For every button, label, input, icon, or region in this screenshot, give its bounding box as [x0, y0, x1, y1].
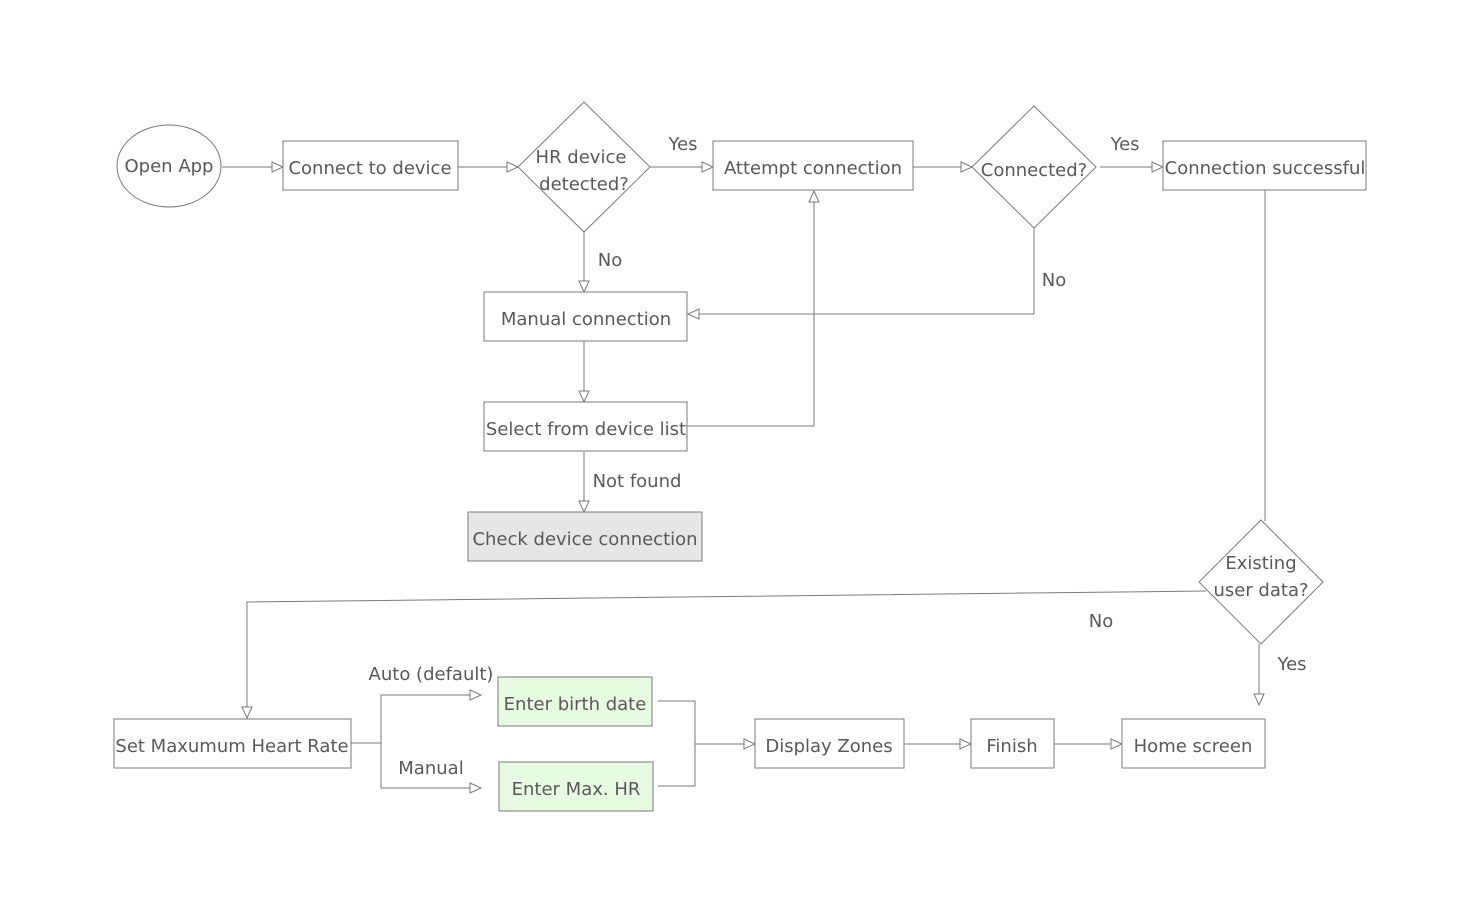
node-select-device: Select from device list [483, 401, 688, 452]
node-home-screen: Home screen [1121, 718, 1266, 769]
label-hr-no: No [598, 250, 622, 271]
node-label: Set Maxumum Heart Rate [115, 736, 348, 757]
label-not-found: Not found [593, 471, 682, 492]
node-label: Connect to device [288, 158, 451, 179]
edge-existing-setmax [241, 590, 1207, 720]
node-label: Enter birth date [504, 694, 647, 715]
label-manual: Manual [398, 758, 463, 779]
label-existing-no: No [1089, 611, 1113, 632]
node-label: Enter Max. HR [512, 779, 641, 800]
node-connection-successful: Connection successful [1162, 140, 1367, 191]
node-set-max-hr: Set Maxumum Heart Rate [113, 718, 352, 769]
node-label-line1: HR device [536, 147, 627, 168]
node-connect-device: Connect to device [282, 140, 459, 191]
connectors [222, 161, 1266, 794]
node-label: Check device connection [472, 529, 697, 550]
label-auto: Auto (default) [369, 664, 494, 685]
node-label: Connection successful [1165, 158, 1366, 179]
label-connected-yes: Yes [1109, 134, 1139, 155]
label-connected-no: No [1042, 270, 1066, 291]
node-label: Finish [986, 736, 1037, 757]
node-label-line2: detected? [539, 174, 629, 195]
edge-merge [658, 700, 696, 787]
node-enter-max-hr: Enter Max. HR [498, 761, 654, 812]
decision-hr-detected: HR device detected? [517, 101, 651, 233]
node-manual-connection: Manual connection [483, 291, 688, 342]
node-label: Display Zones [765, 736, 892, 757]
node-label-line1: Existing [1225, 553, 1296, 574]
node-finish: Finish [970, 718, 1055, 769]
node-check-device: Check device connection [467, 511, 703, 562]
label-existing-yes: Yes [1276, 654, 1306, 675]
node-label: Connected? [981, 160, 1087, 181]
flowchart: Yes Yes No No Not found No Yes Auto (def… [113, 101, 1367, 812]
decision-existing-data: Existing user data? [1198, 519, 1324, 645]
label-hr-yes: Yes [667, 134, 697, 155]
node-label: Open App [125, 156, 214, 177]
node-label: Home screen [1134, 736, 1253, 757]
node-enter-birth: Enter birth date [497, 676, 653, 727]
edge-auto [380, 689, 483, 743]
edge-connected-manual [686, 228, 1035, 320]
node-label: Attempt connection [724, 158, 902, 179]
node-open-app: Open App [116, 124, 222, 208]
node-label: Select from device list [486, 419, 686, 440]
edge-select-attempt [687, 189, 820, 427]
node-attempt-connection: Attempt connection [712, 140, 914, 191]
decision-connected: Connected? [971, 105, 1097, 229]
node-label-line2: user data? [1213, 580, 1308, 601]
node-label: Manual connection [501, 309, 671, 330]
node-display-zones: Display Zones [754, 718, 905, 769]
